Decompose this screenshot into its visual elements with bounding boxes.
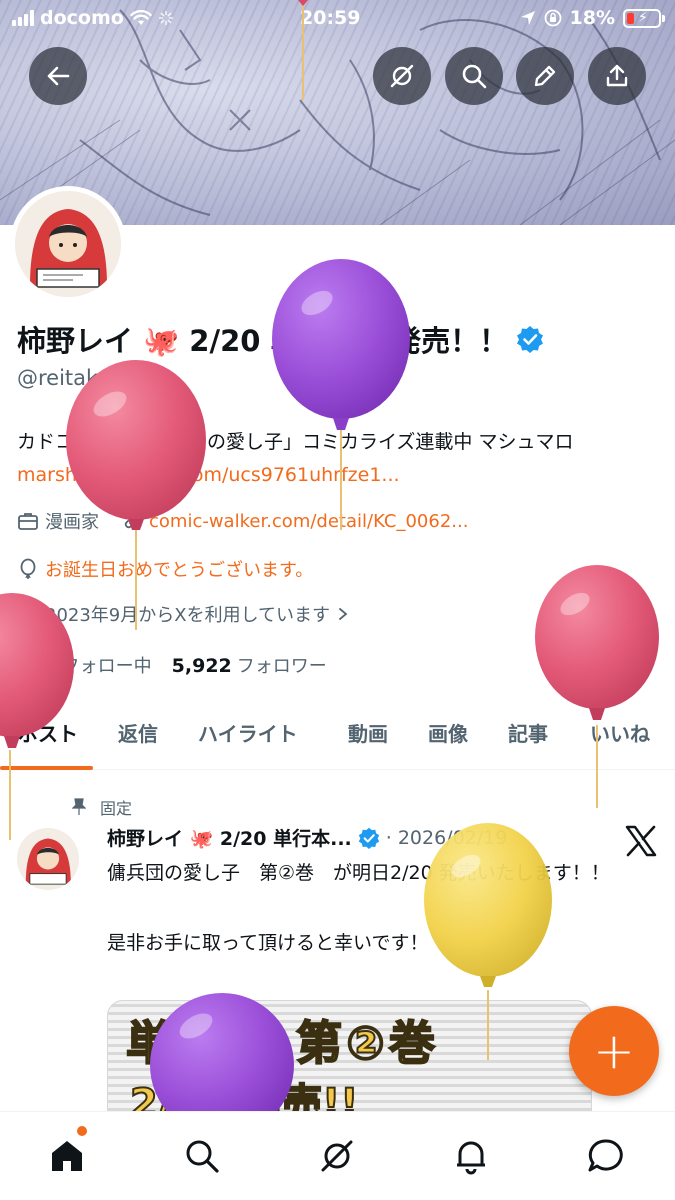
active-tab-indicator bbox=[0, 766, 93, 770]
tab-articles[interactable]: 記事 bbox=[508, 718, 548, 747]
following-label: フォロー中 bbox=[61, 656, 152, 677]
calendar-icon bbox=[18, 605, 38, 623]
grok-icon bbox=[390, 64, 414, 88]
tab-posts[interactable]: ポスト bbox=[18, 718, 78, 747]
avatar-illustration bbox=[17, 828, 79, 890]
search-icon bbox=[186, 1140, 219, 1173]
bio-text: カドコミにて「傭兵団の愛し子」コミカライズ連載中 マシュマロ bbox=[17, 431, 574, 453]
balloon-icon bbox=[20, 558, 36, 579]
carrier-group: docomo bbox=[12, 7, 174, 29]
back-button[interactable] bbox=[29, 47, 87, 105]
nav-grok[interactable] bbox=[315, 1134, 359, 1178]
verified-badge-icon bbox=[358, 827, 379, 849]
followers-label: フォロワー bbox=[236, 656, 327, 677]
verified-badge-icon[interactable] bbox=[516, 325, 544, 353]
grok-button[interactable] bbox=[373, 47, 431, 105]
joined-row[interactable]: 2023年9月からXを利用しています bbox=[17, 601, 350, 627]
signal-icon bbox=[12, 10, 34, 26]
bio-link[interactable]: marshmallow-qa.com/ucs9761uhrfze1... bbox=[17, 464, 400, 486]
nav-search[interactable] bbox=[180, 1134, 224, 1178]
activity-indicator-icon bbox=[158, 11, 173, 25]
nav-home[interactable] bbox=[45, 1134, 89, 1178]
nav-messages[interactable] bbox=[584, 1134, 628, 1178]
following-count: 512 bbox=[17, 655, 57, 677]
birthday-text: お誕生日おめでとうございます。 bbox=[45, 560, 314, 581]
compose-plus-label: + bbox=[593, 1022, 635, 1080]
post-author-avatar[interactable] bbox=[17, 828, 79, 890]
screen-lock-icon bbox=[544, 9, 561, 27]
profile-meta-row: 漫画家 comic-walker.com/detail/KC_0062... bbox=[17, 508, 468, 534]
profile-avatar[interactable] bbox=[10, 186, 126, 302]
edit-button[interactable] bbox=[516, 47, 574, 105]
grok-icon bbox=[321, 1140, 353, 1172]
edit-icon bbox=[534, 65, 556, 87]
followers-count: 5,922 bbox=[171, 655, 232, 677]
share-icon bbox=[606, 64, 628, 87]
tab-highlights[interactable]: ハイライト bbox=[198, 718, 298, 747]
avatar-illustration bbox=[15, 191, 121, 297]
follow-stats: 512 フォロー中 5,922 フォロワー bbox=[17, 652, 327, 678]
search-button[interactable] bbox=[445, 47, 503, 105]
media-text-line1: 単行本 第②巻 bbox=[125, 1015, 439, 1071]
profile-name-text: 柿野レイ 🐙 2/20 単行本② 発売！！ bbox=[17, 324, 509, 358]
status-right-group: 18% ⚡ bbox=[520, 7, 665, 29]
home-notification-dot bbox=[77, 1126, 87, 1136]
clock: 20:59 bbox=[300, 7, 361, 29]
compose-post-button[interactable]: + bbox=[569, 1006, 659, 1096]
tab-videos[interactable]: 動画 bbox=[348, 718, 388, 747]
media-text-line2: 2/20 発売!! bbox=[129, 1080, 360, 1112]
balloon-red-3 bbox=[535, 565, 659, 808]
post-header: 柿野レイ 🐙 2/20 単行本... · 2026/02/19 bbox=[107, 824, 507, 851]
joined-text: 2023年9月からXを利用しています bbox=[45, 605, 331, 626]
website-link[interactable]: comic-walker.com/detail/KC_0062... bbox=[149, 511, 468, 532]
briefcase-icon bbox=[18, 513, 38, 530]
arrow-left-icon bbox=[47, 66, 70, 86]
battery-percent: 18% bbox=[569, 7, 615, 29]
search-icon bbox=[462, 64, 487, 89]
profile-bio: カドコミにて「傭兵団の愛し子」コミカライズ連載中 マシュマロ marshmall… bbox=[17, 426, 647, 492]
followers-link[interactable]: 5,922 フォロワー bbox=[172, 652, 327, 678]
birthday-row: お誕生日おめでとうございます。 bbox=[17, 556, 313, 582]
pinned-label: 固定 bbox=[72, 795, 132, 819]
battery-icon: ⚡ bbox=[623, 8, 665, 28]
share-button[interactable] bbox=[588, 47, 646, 105]
profession-text: 漫画家 bbox=[45, 512, 99, 533]
x-logo-icon[interactable] bbox=[624, 824, 658, 858]
location-arrow-icon bbox=[520, 11, 535, 25]
notifications-icon bbox=[457, 1141, 485, 1175]
home-icon bbox=[52, 1141, 82, 1171]
post-date[interactable]: 2026/02/19 bbox=[398, 827, 508, 849]
post-author-name[interactable]: 柿野レイ 🐙 2/20 単行本... bbox=[107, 824, 352, 851]
pinned-text: 固定 bbox=[100, 799, 133, 818]
tab-likes[interactable]: いいね bbox=[590, 718, 650, 747]
messages-icon bbox=[588, 1139, 623, 1172]
post-media-image[interactable]: 単行本 第②巻 2/20 発売!! bbox=[107, 1000, 592, 1112]
tab-images[interactable]: 画像 bbox=[428, 718, 468, 747]
post-separator: · bbox=[385, 826, 392, 849]
balloon-red-1 bbox=[66, 360, 206, 630]
bottom-navigation bbox=[0, 1111, 675, 1200]
carrier-name: docomo bbox=[40, 7, 124, 29]
profile-handle: @reitako3 bbox=[17, 366, 124, 390]
chevron-right-icon bbox=[339, 608, 348, 620]
nav-notifications[interactable] bbox=[449, 1134, 493, 1178]
profile-name: 柿野レイ 🐙 2/20 単行本② 発売！！ bbox=[17, 318, 544, 360]
link-icon bbox=[124, 513, 140, 529]
pin-icon bbox=[72, 798, 86, 815]
following-link[interactable]: 512 フォロー中 bbox=[17, 652, 152, 678]
profile-tabs: ポスト 返信 ハイライト 動画 画像 記事 いいね bbox=[0, 706, 675, 770]
wifi-icon bbox=[130, 10, 152, 25]
tab-replies[interactable]: 返信 bbox=[118, 718, 158, 747]
post-text: 傭兵団の愛し子 第②巻 が明日2/20 発売いたします！！ 是非お手に取って頂け… bbox=[107, 862, 610, 954]
status-bar: docomo 20:59 18% ⚡ bbox=[0, 0, 675, 38]
